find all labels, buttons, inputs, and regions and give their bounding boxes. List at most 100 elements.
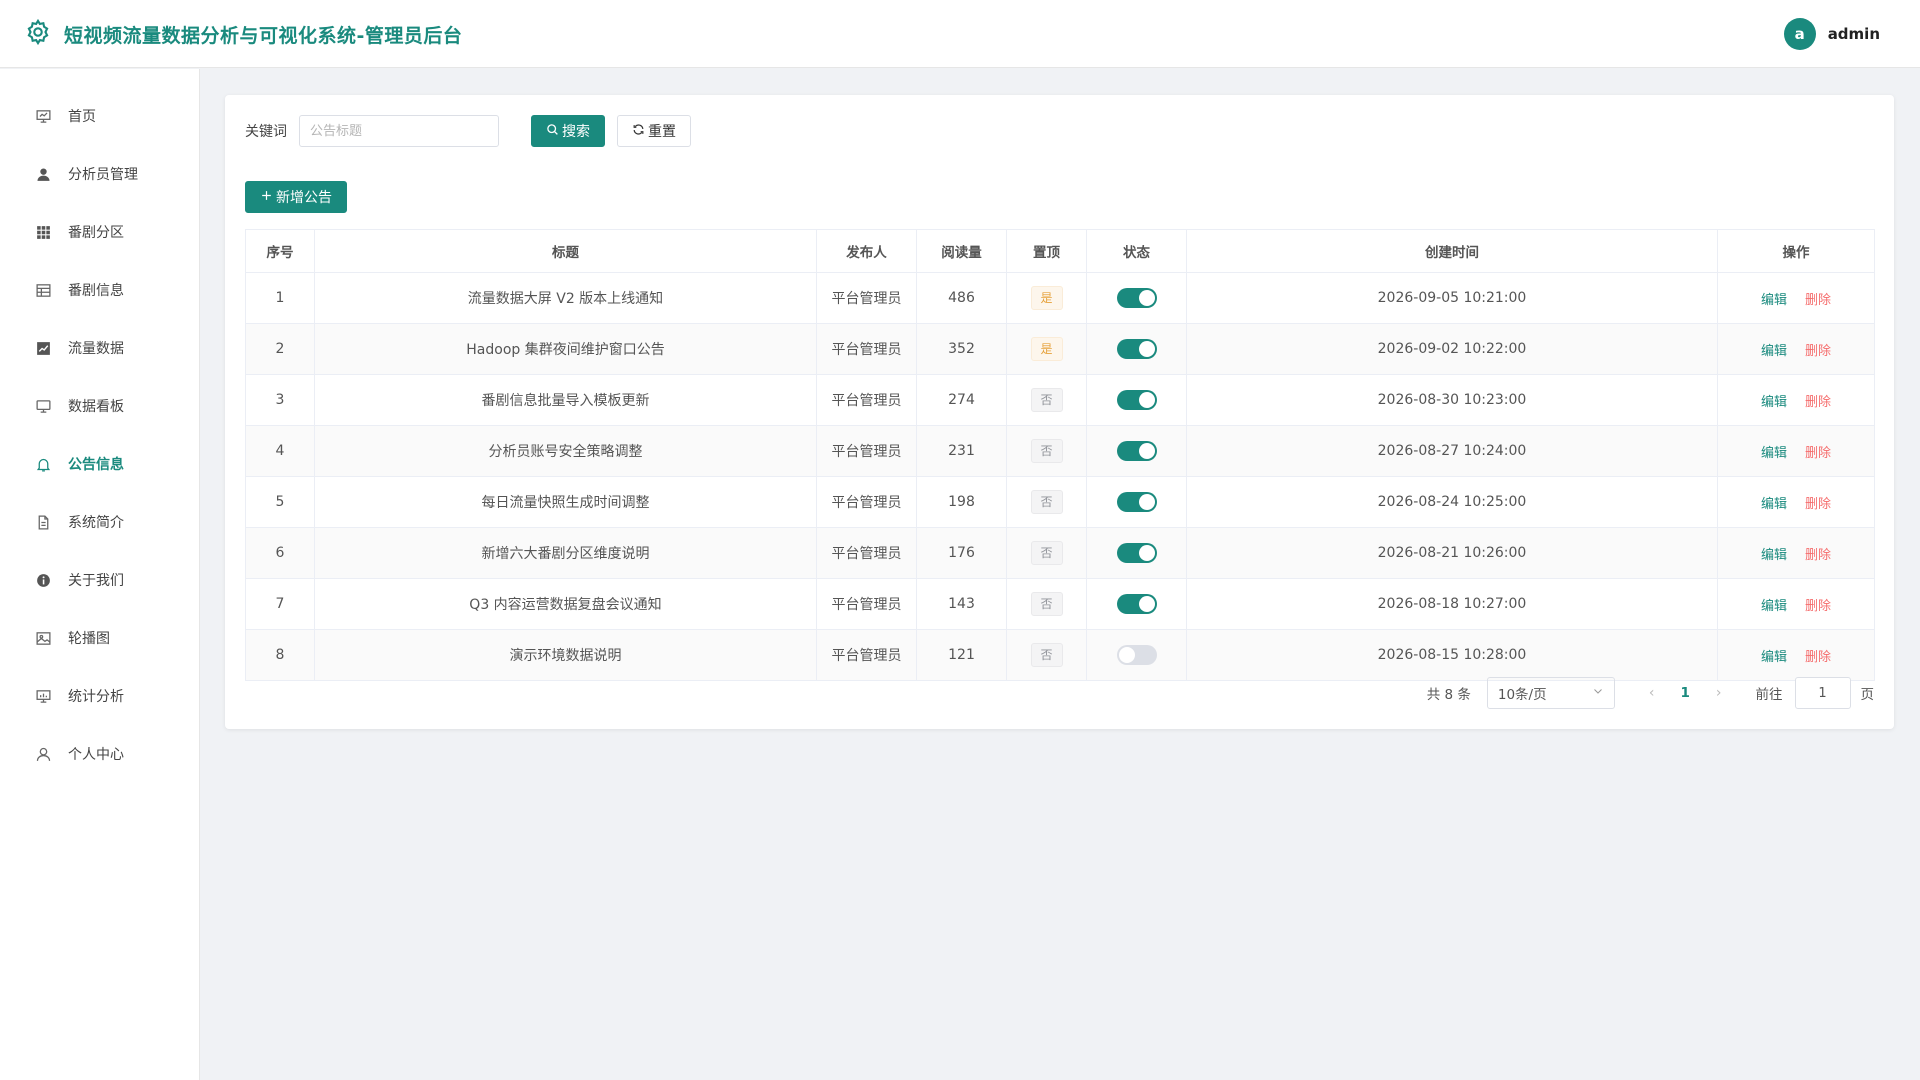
cell-created: 2026-08-30 10:23:00	[1186, 374, 1718, 426]
sidebar-item-profile[interactable]: 个人中心	[0, 725, 199, 783]
edit-button[interactable]: 编辑	[1761, 497, 1787, 512]
column-header: 发布人	[816, 229, 917, 273]
search-button-label: 搜索	[562, 124, 590, 140]
cell-title: 流量数据大屏 V2 版本上线通知	[314, 272, 817, 324]
user-outline-icon	[34, 745, 52, 763]
cell-index: 7	[245, 578, 315, 630]
edit-button[interactable]: 编辑	[1761, 548, 1787, 563]
next-page-button[interactable]: ›	[1716, 685, 1722, 701]
sidebar-item-about[interactable]: 关于我们	[0, 551, 199, 609]
cell-pinned: 是	[1006, 272, 1087, 324]
status-toggle[interactable]	[1116, 492, 1157, 512]
delete-button[interactable]: 删除	[1805, 497, 1831, 512]
delete-button[interactable]: 删除	[1805, 344, 1831, 359]
status-toggle[interactable]	[1116, 339, 1157, 359]
sidebar-item-label: 分析员管理	[68, 167, 138, 183]
page-size-select[interactable]: 10条/页	[1486, 677, 1615, 709]
sidebar-item-traffic[interactable]: 流量数据	[0, 319, 199, 377]
status-toggle[interactable]	[1116, 288, 1157, 308]
search-input[interactable]	[299, 115, 499, 147]
sidebar-item-announcements[interactable]: 公告信息	[0, 435, 199, 493]
status-toggle[interactable]	[1116, 645, 1157, 665]
sidebar-item-label: 番剧分区	[68, 225, 124, 241]
cell-title: Hadoop 集群夜间维护窗口公告	[314, 323, 817, 375]
sidebar-item-categories[interactable]: 番剧分区	[0, 203, 199, 261]
trend-chart-icon	[34, 339, 52, 357]
cell-publisher: 平台管理员	[816, 323, 917, 375]
add-button-label: 新增公告	[276, 190, 332, 206]
edit-button[interactable]: 编辑	[1761, 395, 1787, 410]
goto-page-input[interactable]	[1794, 677, 1851, 709]
sidebar-item-home[interactable]: 首页	[0, 87, 199, 145]
pinned-tag: 是	[1030, 337, 1063, 361]
monitor-icon	[34, 397, 52, 415]
cell-pinned: 否	[1006, 629, 1087, 681]
cell-pinned: 否	[1006, 476, 1087, 528]
page-number[interactable]: 1	[1680, 685, 1689, 701]
cell-status	[1086, 629, 1187, 681]
sidebar-item-label: 数据看板	[68, 399, 124, 415]
table-row: 4 分析员账号安全策略调整 平台管理员 231 否 2026-08-27 10:24:00…	[245, 425, 1875, 477]
announcement-card: 关键词 搜索 重置 新增公告 序号 标题 发布人 阅读量 置顶 状态	[225, 95, 1894, 729]
add-announcement-button[interactable]: 新增公告	[245, 181, 347, 213]
cell-index: 8	[245, 629, 315, 681]
picture-icon	[34, 629, 52, 647]
info-icon	[34, 571, 52, 589]
status-toggle[interactable]	[1116, 543, 1157, 563]
sidebar-item-series-info[interactable]: 番剧信息	[0, 261, 199, 319]
cell-created: 2026-08-21 10:26:00	[1186, 527, 1718, 579]
sidebar-item-analysts[interactable]: 分析员管理	[0, 145, 199, 203]
prev-page-button[interactable]: ‹	[1649, 685, 1655, 701]
username[interactable]: admin	[1828, 25, 1880, 43]
search-button[interactable]: 搜索	[531, 115, 605, 147]
user-menu[interactable]: a admin	[1783, 18, 1880, 50]
sidebar-item-label: 系统简介	[68, 515, 124, 531]
cell-publisher: 平台管理员	[816, 476, 917, 528]
sidebar-item-system-intro[interactable]: 系统简介	[0, 493, 199, 551]
table-row: 8 演示环境数据说明 平台管理员 121 否 2026-08-15 10:28:00 编辑 删…	[245, 629, 1875, 681]
cell-title: 番剧信息批量导入模板更新	[314, 374, 817, 426]
cell-created: 2026-08-24 10:25:00	[1186, 476, 1718, 528]
delete-button[interactable]: 删除	[1805, 548, 1831, 563]
search-bar: 关键词 搜索 重置	[245, 115, 691, 147]
avatar[interactable]: a	[1783, 18, 1816, 50]
status-toggle[interactable]	[1116, 390, 1157, 410]
sidebar-item-label: 公告信息	[68, 457, 124, 473]
edit-button[interactable]: 编辑	[1761, 344, 1787, 359]
column-header: 操作	[1717, 229, 1875, 273]
sidebar-item-carousel[interactable]: 轮播图	[0, 609, 199, 667]
refresh-icon	[632, 123, 645, 140]
total-count: 共 8 条	[1426, 687, 1471, 703]
edit-button[interactable]: 编辑	[1761, 446, 1787, 461]
cell-actions: 编辑 删除	[1717, 323, 1875, 375]
search-icon	[546, 123, 559, 140]
cell-reads: 486	[916, 272, 1007, 324]
cell-publisher: 平台管理员	[816, 374, 917, 426]
cell-reads: 121	[916, 629, 1007, 681]
table-icon	[34, 281, 52, 299]
sidebar-item-label: 统计分析	[68, 689, 124, 705]
toggle-knob	[1138, 545, 1155, 561]
sidebar-item-label: 流量数据	[68, 341, 124, 357]
delete-button[interactable]: 删除	[1805, 395, 1831, 410]
toggle-knob	[1138, 341, 1155, 357]
delete-button[interactable]: 删除	[1805, 293, 1831, 308]
delete-button[interactable]: 删除	[1805, 446, 1831, 461]
reset-button-label: 重置	[648, 124, 676, 140]
status-toggle[interactable]	[1116, 441, 1157, 461]
pinned-tag: 否	[1030, 643, 1063, 667]
pinned-tag: 否	[1030, 439, 1063, 463]
gear-icon	[24, 18, 52, 50]
delete-button[interactable]: 删除	[1805, 599, 1831, 614]
sidebar-item-label: 首页	[68, 109, 96, 125]
delete-button[interactable]: 删除	[1805, 650, 1831, 665]
reset-button[interactable]: 重置	[617, 115, 691, 147]
edit-button[interactable]: 编辑	[1761, 599, 1787, 614]
sidebar-item-statistics[interactable]: 统计分析	[0, 667, 199, 725]
edit-button[interactable]: 编辑	[1761, 650, 1787, 665]
status-toggle[interactable]	[1116, 594, 1157, 614]
sidebar-item-dashboard[interactable]: 数据看板	[0, 377, 199, 435]
edit-button[interactable]: 编辑	[1761, 293, 1787, 308]
cell-actions: 编辑 删除	[1717, 578, 1875, 630]
cell-status	[1086, 272, 1187, 324]
